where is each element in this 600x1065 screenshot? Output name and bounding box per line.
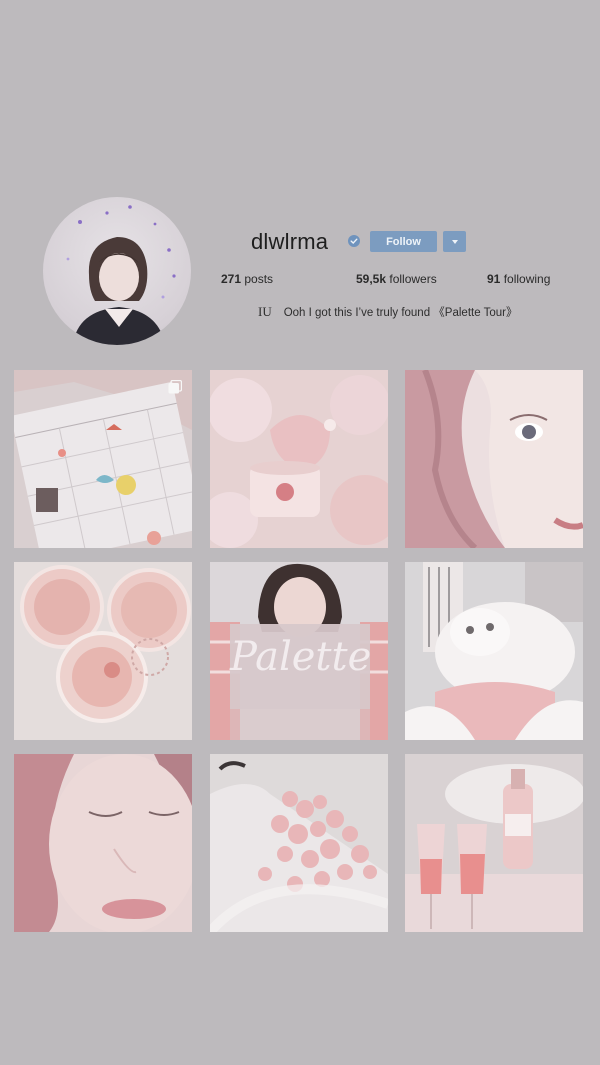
following-label: following — [503, 272, 551, 286]
post-tile-4[interactable] — [14, 562, 192, 740]
avatar-photo — [66, 205, 176, 345]
bio-name: IU — [258, 304, 272, 319]
bio-text: Ooh I got this I’ve truly found 《Palette… — [283, 307, 518, 319]
post-image — [210, 754, 388, 932]
post-image — [405, 754, 583, 932]
post-tile-9[interactable] — [405, 754, 583, 932]
post-tile-1[interactable] — [14, 370, 192, 548]
post-tile-6[interactable] — [405, 562, 583, 740]
post-image — [405, 562, 583, 740]
multiple-photos-icon — [168, 380, 182, 394]
post-tile-8[interactable] — [210, 754, 388, 932]
profile-bio: IU Ooh I got this I’ve truly found 《Palet… — [258, 304, 517, 320]
post-image — [14, 370, 192, 548]
post-image — [210, 370, 388, 548]
following-count: 91 — [487, 272, 501, 286]
posts-label: posts — [244, 272, 274, 286]
chevron-down-icon — [451, 239, 458, 244]
post-tile-7[interactable] — [14, 754, 192, 932]
suggestions-dropdown-button[interactable] — [443, 231, 466, 252]
profile-avatar[interactable] — [43, 197, 191, 345]
posts-count: 271 — [221, 272, 242, 286]
post-tile-3[interactable] — [405, 370, 583, 548]
username: dlwlrma — [251, 229, 329, 254]
followers-stat[interactable]: 59,5k followers — [356, 272, 437, 286]
post-tile-5[interactable]: Palette — [210, 562, 388, 740]
post-image: Palette — [210, 562, 388, 740]
follow-button[interactable]: Follow — [370, 231, 437, 252]
post-tile-2[interactable] — [210, 370, 388, 548]
post-overlay-text: Palette — [229, 634, 371, 680]
post-image — [405, 370, 583, 548]
post-image — [14, 562, 192, 740]
posts-stat: 271 posts — [221, 272, 273, 286]
followers-count: 59,5k — [356, 272, 387, 286]
verified-badge-icon — [348, 235, 360, 247]
following-stat[interactable]: 91 following — [487, 272, 550, 286]
followers-label: followers — [389, 272, 437, 286]
post-image — [14, 754, 192, 932]
